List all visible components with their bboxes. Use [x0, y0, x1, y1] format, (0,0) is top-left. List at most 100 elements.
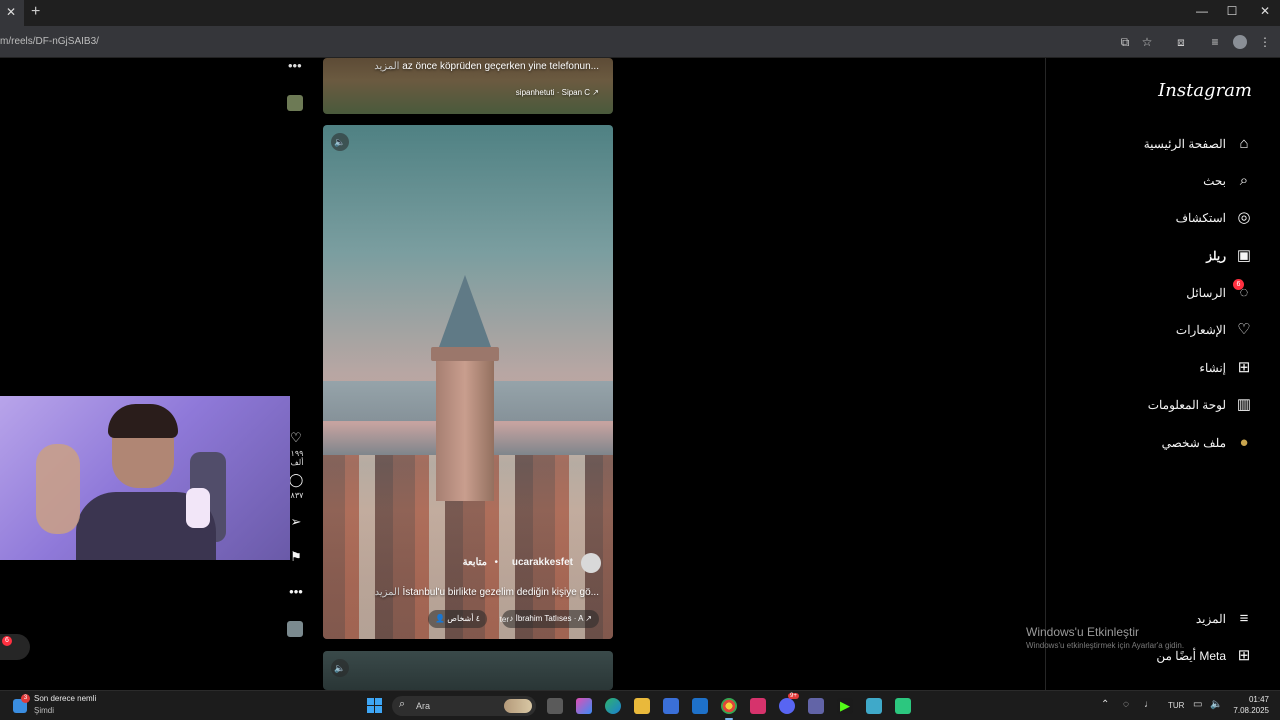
- nav-label: ريلز: [1206, 249, 1226, 263]
- messages-badge: 6: [1233, 279, 1244, 290]
- tagged-people-chip[interactable]: 👤 ٤ أشخاص: [428, 610, 487, 628]
- bookmark-star-icon[interactable]: ☆: [1139, 34, 1155, 50]
- maximize-icon[interactable]: ☐: [1217, 4, 1247, 18]
- galata-tower: [436, 361, 494, 501]
- tab-close-icon[interactable]: ✕: [6, 5, 16, 19]
- nav-label: بحث: [1203, 174, 1226, 188]
- weather-subtitle: Şimdi: [34, 706, 55, 715]
- copilot-icon[interactable]: [576, 698, 592, 714]
- kick-play-icon[interactable]: ▶: [837, 698, 853, 714]
- messages-badge: 6: [2, 636, 12, 646]
- browser-tab[interactable]: ✕: [0, 0, 24, 26]
- microphone-icon[interactable]: ♩: [1144, 699, 1154, 710]
- reel-audio[interactable]: sipanhetuti · Sipan C ↗: [516, 88, 599, 97]
- reel-caption-more: المزيد: [374, 587, 400, 598]
- reel-video-next[interactable]: 🔈: [323, 651, 613, 690]
- microphone: [186, 488, 210, 528]
- search-icon: ⌕: [399, 698, 406, 710]
- discord-badge: 9+: [788, 693, 799, 699]
- activation-title: Windows'u Etkinleştir: [1026, 625, 1139, 639]
- chat-app-icon[interactable]: [895, 698, 911, 714]
- nav-label: الإشعارات: [1175, 323, 1226, 337]
- reel-video[interactable]: 🔈 ucarakkesfet • متابعة المزيد İstanbul'…: [323, 125, 613, 639]
- teams-icon[interactable]: [808, 698, 824, 714]
- more-options-icon[interactable]: •••: [287, 584, 305, 599]
- store-icon[interactable]: [663, 698, 679, 714]
- network-icon[interactable]: ▭: [1193, 699, 1202, 710]
- url-text[interactable]: m/reels/DF-nGjSAIB3/: [0, 36, 99, 47]
- media-control-icon[interactable]: ≡: [1207, 34, 1223, 50]
- chrome-icon[interactable]: [721, 698, 737, 714]
- reel-caption[interactable]: المزيد az önce köprüden geçerken yine te…: [374, 61, 599, 72]
- nav-item-explore[interactable]: استكشاف ◎: [1045, 203, 1280, 233]
- app-icon[interactable]: [866, 698, 882, 714]
- window-close-icon[interactable]: ✕: [1250, 4, 1280, 18]
- reel-caption[interactable]: المزيد İstanbul'u birlikte gezelim dediğ…: [375, 587, 599, 598]
- instagram-logo[interactable]: Instagram: [1158, 80, 1252, 101]
- reel-audio-chip[interactable]: ♪ İbrahim Tatlıses · A ↗: [502, 610, 599, 628]
- windows-activation-watermark: Windows'u Etkinleştir Windows'u etkinleş…: [1026, 625, 1184, 650]
- new-tab-button[interactable]: +: [31, 3, 40, 21]
- language-indicator[interactable]: TUR: [1168, 701, 1184, 710]
- extensions-icon[interactable]: ⧈: [1173, 34, 1189, 50]
- nav-item-create[interactable]: إنشاء ⊞: [1045, 353, 1280, 383]
- nav-label: أيضًا من Meta: [1156, 649, 1226, 663]
- author-avatar[interactable]: [581, 553, 601, 573]
- follow-button[interactable]: متابعة: [463, 557, 487, 568]
- discord-icon[interactable]: [779, 698, 795, 714]
- audio-thumbnail[interactable]: [287, 95, 303, 111]
- volume-icon[interactable]: 🔈: [1210, 699, 1222, 710]
- clock-date[interactable]: 7.08.2025: [1228, 706, 1269, 715]
- nav-label: المزيد: [1195, 612, 1226, 626]
- home-icon: ⌂: [1239, 135, 1249, 152]
- cast-icon[interactable]: ⧉: [1117, 34, 1133, 50]
- tiktok-icon[interactable]: [750, 698, 766, 714]
- outlook-icon[interactable]: [692, 698, 708, 714]
- reel-caption-text: az önce köprüden geçerken yine telefonun…: [402, 61, 599, 72]
- tower-roof: [439, 275, 491, 347]
- tray-chevron-icon[interactable]: ⌃: [1101, 699, 1109, 710]
- nav-item-search[interactable]: بحث ⌕: [1045, 166, 1280, 196]
- sound-icon[interactable]: 🔈: [331, 659, 349, 677]
- nav-label: الرسائل: [1186, 286, 1226, 300]
- person-hair: [108, 404, 178, 438]
- person-icon: 👤: [435, 614, 448, 623]
- activation-subtitle: Windows'u etkinleştirmek için Ayarlar'a …: [1026, 641, 1185, 650]
- dot-separator: •: [494, 557, 498, 568]
- nav-item-dashboard[interactable]: لوحة المعلومات ▥: [1045, 390, 1280, 420]
- compass-icon: ◎: [1237, 209, 1251, 226]
- address-bar[interactable]: m/reels/DF-nGjSAIB3/: [0, 26, 1280, 58]
- browser-profile-avatar[interactable]: [1233, 35, 1247, 49]
- browser-tabbar: ✕ + — ☐ ✕: [0, 0, 1280, 26]
- reel-video-previous[interactable]: المزيد az önce köprüden geçerken yine te…: [323, 58, 613, 114]
- nav-item-notifications[interactable]: الإشعارات ♡: [1045, 315, 1280, 345]
- weather-title[interactable]: Son derece nemli: [34, 694, 96, 703]
- taskbar-search-input[interactable]: ⌕ Ara: [392, 696, 536, 716]
- weather-badge: 3: [21, 694, 30, 703]
- edge-icon[interactable]: [605, 698, 621, 714]
- sound-icon[interactable]: 🔈: [331, 133, 349, 151]
- audio-thumbnail[interactable]: [287, 621, 303, 637]
- nav-label: ملف شخصي: [1161, 436, 1226, 450]
- nav-item-profile[interactable]: ملف شخصي ●: [1045, 428, 1280, 458]
- windows-start-icon[interactable]: [367, 698, 382, 713]
- file-explorer-icon[interactable]: [634, 698, 650, 714]
- reel-options-icon[interactable]: •••: [288, 58, 302, 73]
- meta-apps-icon: ⊞: [1237, 647, 1251, 664]
- dashboard-icon: ▥: [1236, 396, 1252, 413]
- task-view-icon[interactable]: [547, 698, 563, 714]
- search-placeholder: Ara: [416, 701, 431, 711]
- minimize-icon[interactable]: —: [1187, 4, 1217, 18]
- tray-app-icon[interactable]: ◌: [1123, 699, 1129, 710]
- nav-item-reels[interactable]: ريلز ▣: [1045, 241, 1280, 271]
- windows-taskbar: 3 Son derece nemli Şimdi ⌕ Ara 9+ ▶ ⌃ ◌ …: [0, 690, 1280, 720]
- clock-time[interactable]: 01:47: [1233, 695, 1269, 704]
- profile-avatar-icon: ●: [1239, 434, 1249, 451]
- author-username[interactable]: ucarakkesfet: [512, 557, 573, 568]
- browser-menu-icon[interactable]: ⋮: [1257, 34, 1273, 50]
- nav-label: لوحة المعلومات: [1147, 398, 1226, 412]
- instagram-page: ••• المزيد az önce köprüden geçerken yin…: [0, 58, 1280, 690]
- nav-item-messages[interactable]: الرسائل ◌ 6: [1045, 278, 1280, 308]
- nav-item-home[interactable]: الصفحة الرئيسية ⌂: [1045, 129, 1280, 159]
- reel-caption-more: المزيد: [374, 61, 400, 72]
